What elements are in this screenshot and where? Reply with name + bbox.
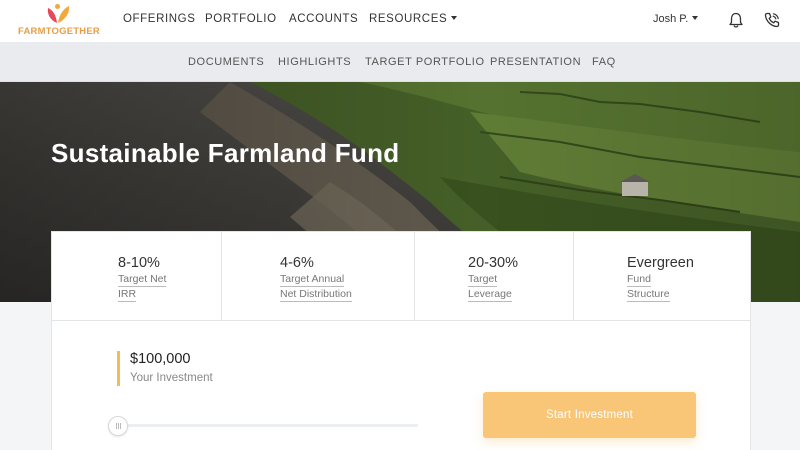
chevron-down-icon (692, 16, 699, 21)
stat-label[interactable]: Target Leverage (468, 273, 518, 302)
stat-label-line: Net Distribution (280, 288, 352, 302)
investment-slider-track[interactable] (118, 424, 418, 427)
amount-accent-bar (117, 351, 120, 386)
nav-offerings[interactable]: OFFERINGS (123, 13, 196, 25)
subnav-documents[interactable]: DOCUMENTS (188, 56, 264, 68)
nav-resources[interactable]: RESOURCES (369, 13, 458, 25)
stat-label-line: IRR (118, 288, 137, 302)
divider (414, 232, 415, 322)
investment-slider-handle[interactable] (108, 416, 128, 436)
stat-value: 8-10% (118, 255, 160, 271)
nav-resources-label: RESOURCES (369, 13, 448, 25)
stat-label-line: Target (468, 273, 498, 287)
subnav-presentation[interactable]: PRESENTATION (490, 56, 581, 68)
phone-icon[interactable] (763, 11, 781, 29)
stat-label-line: Target Annual (280, 273, 345, 287)
stat-value: Evergreen (627, 255, 694, 271)
brand-name: FARMTOGETHER (18, 26, 100, 37)
fund-subnav: DOCUMENTS HIGHLIGHTS TARGET PORTFOLIO PR… (0, 42, 800, 82)
stat-label-line: Structure (627, 288, 670, 302)
divider (221, 232, 222, 322)
divider (573, 232, 574, 322)
top-navigation: FARMTOGETHER OFFERINGS PORTFOLIO ACCOUNT… (0, 0, 800, 42)
stat-label-line: Fund (627, 273, 651, 287)
user-name: Josh P. (653, 13, 689, 25)
farmtogether-logo[interactable]: FARMTOGETHER (18, 3, 100, 39)
investment-label: Your Investment (130, 372, 213, 384)
stat-fund-structure: Evergreen Fund Structure (627, 255, 694, 303)
nav-accounts[interactable]: ACCOUNTS (289, 13, 358, 25)
start-investment-button[interactable]: Start Investment (483, 392, 696, 438)
stat-target-leverage: 20-30% Target Leverage (468, 255, 518, 303)
stat-label-line: Target Net (118, 273, 167, 287)
stat-target-annual-distribution: 4-6% Target Annual Net Distribution (280, 255, 352, 303)
stat-value: 4-6% (280, 255, 314, 271)
leaf-logo-icon (47, 4, 70, 23)
stat-label[interactable]: Fund Structure (627, 273, 694, 302)
bell-icon[interactable] (727, 11, 745, 29)
fund-stats-card: 8-10% Target Net IRR 4-6% Target Annual … (51, 231, 751, 322)
subnav-faq[interactable]: FAQ (592, 56, 616, 68)
stat-target-net-irr: 8-10% Target Net IRR (118, 255, 167, 303)
subnav-target-portfolio[interactable]: TARGET PORTFOLIO (365, 56, 485, 68)
stat-label[interactable]: Target Net IRR (118, 273, 167, 302)
subnav-highlights[interactable]: HIGHLIGHTS (278, 56, 351, 68)
stat-value: 20-30% (468, 255, 518, 271)
user-menu[interactable]: Josh P. (653, 13, 699, 25)
nav-portfolio[interactable]: PORTFOLIO (205, 13, 277, 25)
investment-amount: $100,000 (130, 351, 191, 367)
stat-label[interactable]: Target Annual Net Distribution (280, 273, 352, 302)
fund-title: Sustainable Farmland Fund (51, 138, 400, 168)
stat-label-line: Leverage (468, 288, 512, 302)
chevron-down-icon (451, 15, 458, 20)
